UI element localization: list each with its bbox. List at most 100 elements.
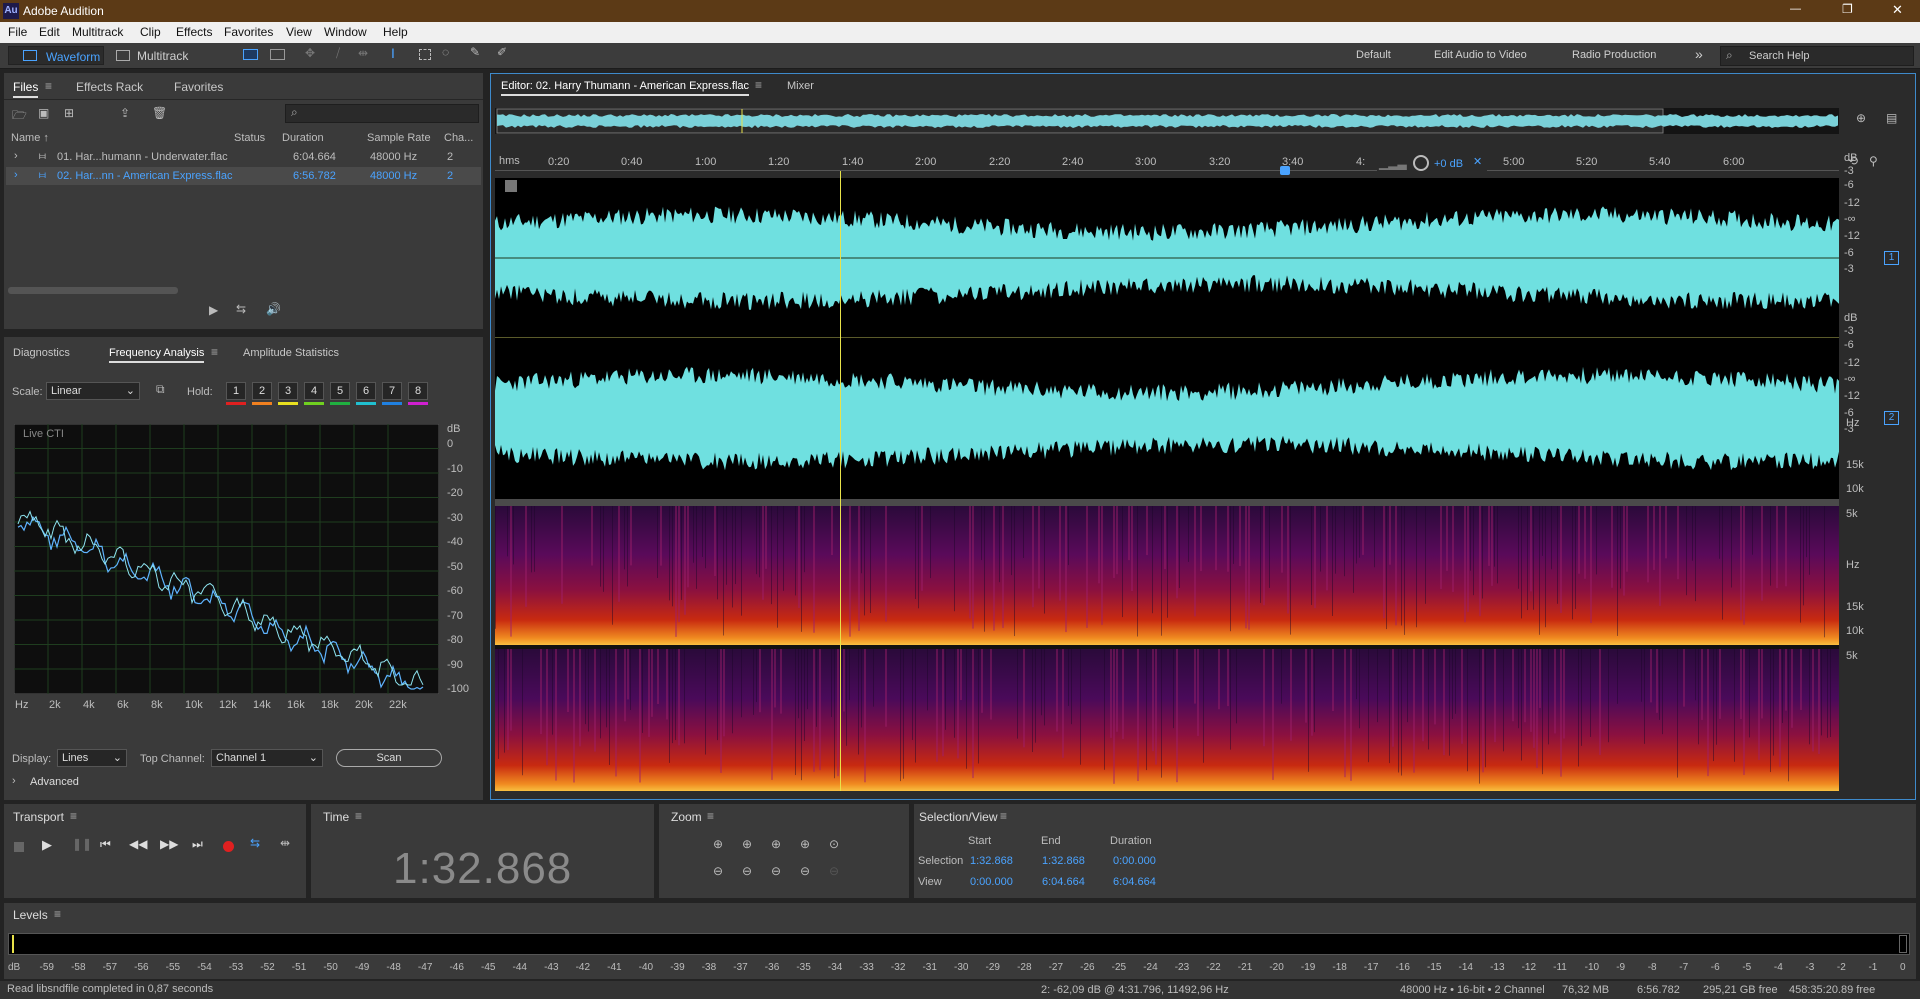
menu-effects[interactable]: Effects (176, 25, 212, 39)
zoom-in-time-icon[interactable]: ⊕ (742, 837, 752, 851)
hold-button-8[interactable]: 8 (408, 382, 428, 400)
selection-end[interactable]: 1:32.868 (1042, 855, 1085, 867)
open-file-icon[interactable]: 🗁 (12, 106, 27, 127)
new-file-icon[interactable]: ⊞ (64, 106, 74, 120)
playhead-marker-icon[interactable] (1280, 166, 1290, 175)
hud-db-value[interactable]: +0 dB (1434, 158, 1463, 170)
spectral-display-icon[interactable] (243, 49, 258, 60)
pin-hud-icon[interactable]: ✕ (1473, 155, 1482, 168)
zoom-out-time-icon[interactable]: ⊖ (742, 864, 752, 878)
play-icon[interactable]: ▶ (42, 837, 52, 853)
capture-snapshot-icon[interactable]: ⧉ (156, 382, 165, 397)
record-icon[interactable] (223, 841, 234, 852)
tab-mixer[interactable]: Mixer (787, 80, 814, 92)
view-start[interactable]: 0:00.000 (970, 876, 1013, 888)
zoom-in-left-icon[interactable]: ⊕ (800, 837, 810, 851)
workspace-radio-production[interactable]: Radio Production (1572, 49, 1656, 61)
stop-icon[interactable] (14, 842, 24, 852)
expand-chevron-icon[interactable]: › (14, 150, 18, 162)
view-duration[interactable]: 6:04.664 (1113, 876, 1156, 888)
menu-favorites[interactable]: Favorites (224, 25, 273, 39)
column-status[interactable]: Status (234, 132, 265, 144)
spot-healing-tool-icon[interactable]: ✐ (497, 45, 507, 59)
zoom-menu-icon[interactable]: ≡ (707, 809, 714, 823)
zoom-navigator-icon[interactable]: ⊕ (1856, 111, 1866, 125)
tab-frequency-analysis[interactable]: Frequency Analysis (109, 347, 205, 363)
analysis-panel-menu-icon[interactable]: ≡ (211, 345, 218, 359)
channel-2-badge[interactable]: 2 (1884, 411, 1899, 425)
overview-menu-icon[interactable]: ▤ (1886, 111, 1897, 125)
files-search-field[interactable]: ⌕ (285, 104, 479, 123)
hold-button-5[interactable]: 5 (330, 382, 350, 400)
menu-window[interactable]: Window (324, 25, 367, 39)
tab-editor[interactable]: Editor: 02. Harry Thumann - American Exp… (501, 80, 750, 96)
minimize-button[interactable]: — (1790, 3, 1801, 15)
time-menu-icon[interactable]: ≡ (355, 809, 362, 823)
zoom-to-selection-icon[interactable]: ⊖ (771, 864, 781, 878)
menu-clip[interactable]: Clip (140, 25, 161, 39)
time-selection-tool-icon[interactable]: I (391, 45, 395, 61)
clip-indicator[interactable] (1899, 935, 1907, 953)
workspace-edit-audio-to-video[interactable]: Edit Audio to Video (1434, 49, 1527, 61)
hold-button-3[interactable]: 3 (278, 382, 298, 400)
multitrack-view-button[interactable]: Multitrack (110, 46, 200, 65)
files-panel-menu-icon[interactable]: ≡ (45, 79, 52, 93)
zoom-in-amplitude-icon[interactable]: ⊕ (713, 837, 723, 851)
waveform-view-button[interactable]: Waveform (8, 46, 104, 65)
go-to-end-icon[interactable]: ⏭ (192, 837, 203, 852)
playhead-line[interactable] (840, 171, 841, 791)
hold-button-1[interactable]: 1 (226, 382, 246, 400)
move-tool-icon[interactable]: ✥ (305, 46, 315, 60)
import-file-icon[interactable]: ▣ (38, 106, 49, 120)
editor-panel-menu-icon[interactable]: ≡ (755, 78, 762, 92)
view-end[interactable]: 6:04.664 (1042, 876, 1085, 888)
menu-view[interactable]: View (286, 25, 312, 39)
selection-start[interactable]: 1:32.868 (970, 855, 1013, 867)
go-to-start-icon[interactable]: ⏮ (100, 837, 111, 852)
marquee-tool-icon[interactable] (419, 49, 431, 60)
column-sample-rate[interactable]: Sample Rate (367, 132, 431, 144)
hold-button-6[interactable]: 6 (356, 382, 376, 400)
autoplay-volume-icon[interactable]: 🔊 (266, 302, 281, 316)
close-button[interactable]: ✕ (1892, 2, 1903, 18)
scale-dropdown[interactable]: Linear ⌄ (46, 382, 140, 400)
delete-file-icon[interactable]: 🗑 (152, 106, 167, 120)
insert-into-multitrack-icon[interactable]: ⇪ (120, 106, 130, 120)
pitch-display-icon[interactable] (270, 49, 285, 60)
brush-tool-icon[interactable]: ✎ (470, 45, 480, 59)
column-duration[interactable]: Duration (282, 132, 324, 144)
tab-amplitude-statistics[interactable]: Amplitude Statistics (243, 347, 339, 359)
fast-forward-icon[interactable]: ▶▶ (160, 837, 178, 851)
expand-chevron-icon[interactable]: › (14, 169, 18, 181)
hold-button-4[interactable]: 4 (304, 382, 324, 400)
restore-button[interactable]: ❐ (1842, 2, 1853, 16)
volume-knob-icon[interactable] (1413, 155, 1429, 171)
table-row[interactable]: › ⧦ 01. Har...humann - Underwater.flac 6… (6, 148, 481, 166)
search-help-field[interactable]: ⌕ Search Help (1720, 46, 1914, 66)
skip-selection-icon[interactable]: ⇹ (280, 836, 290, 850)
menu-edit[interactable]: Edit (39, 25, 60, 39)
selection-duration[interactable]: 0:00.000 (1113, 855, 1156, 867)
tab-files[interactable]: Files (13, 80, 39, 98)
menu-multitrack[interactable]: Multitrack (72, 25, 123, 39)
advanced-chevron-icon[interactable]: › (12, 775, 16, 787)
razor-tool-icon[interactable]: ⧸ (336, 46, 340, 61)
loop-playback-icon[interactable]: ⇆ (250, 836, 260, 850)
workspace-default[interactable]: Default (1356, 49, 1391, 61)
waveform-channel-1[interactable] (495, 178, 1839, 338)
play-preview-icon[interactable]: ▶ (209, 303, 218, 317)
more-workspaces-button[interactable]: » (1695, 46, 1703, 62)
display-dropdown[interactable]: Lines ⌄ (57, 749, 127, 767)
transport-menu-icon[interactable]: ≡ (70, 809, 77, 823)
zoom-out-amplitude-icon[interactable]: ⊖ (713, 864, 723, 878)
table-row[interactable]: › ⧦ 02. Har...nn - American Express.flac… (6, 167, 481, 185)
time-display[interactable]: 1:32.868 (393, 844, 572, 894)
tab-diagnostics[interactable]: Diagnostics (13, 347, 70, 359)
zoom-reset-icon[interactable]: ⊙ (829, 837, 839, 851)
column-channels[interactable]: Cha... (444, 132, 473, 144)
channel-1-badge[interactable]: 1 (1884, 251, 1899, 265)
advanced-toggle[interactable]: Advanced (30, 776, 79, 788)
hud-toggle-icon[interactable] (505, 180, 517, 192)
tab-favorites[interactable]: Favorites (174, 80, 223, 94)
tab-effects-rack[interactable]: Effects Rack (76, 80, 143, 94)
